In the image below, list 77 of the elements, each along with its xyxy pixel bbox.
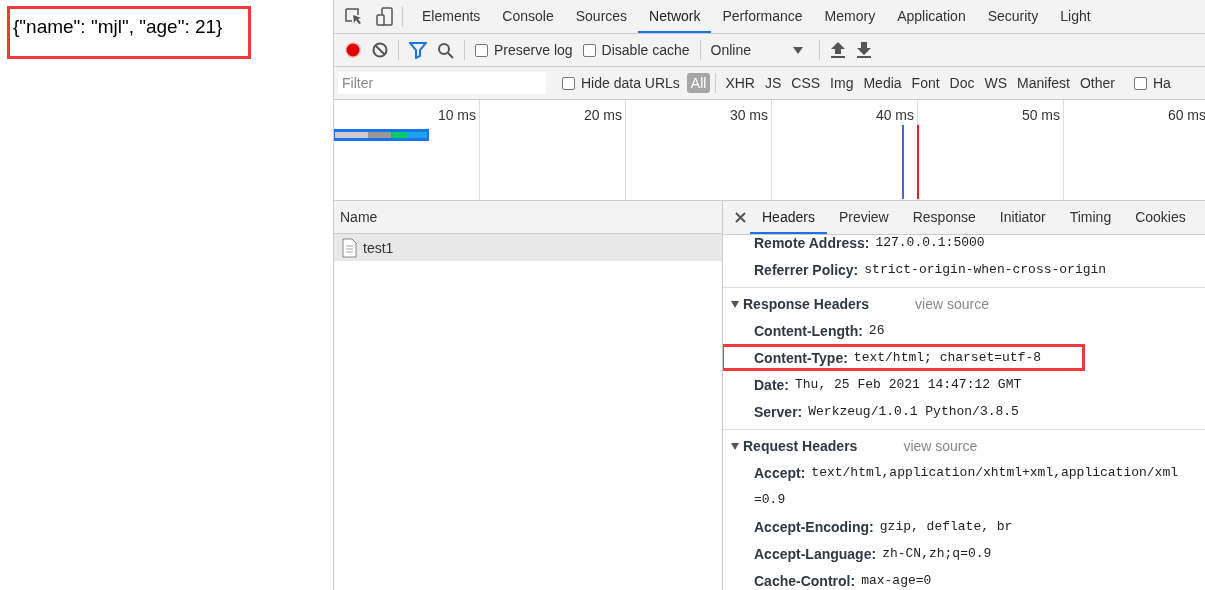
type-filter[interactable]: CSS (787, 73, 825, 93)
panel-tab[interactable]: Light (1049, 0, 1102, 33)
triangle-icon[interactable] (731, 299, 739, 308)
type-filter[interactable]: Doc (945, 73, 979, 93)
detail-tab[interactable]: Response (900, 201, 988, 234)
header-name: Content-Type: (754, 349, 848, 366)
panel-tab[interactable]: Performance (711, 0, 814, 33)
section-title[interactable]: Request Headers (743, 437, 858, 454)
hide-data-urls-checkbox[interactable]: Hide data URLs (562, 75, 680, 91)
view-source-link[interactable]: view source (903, 437, 978, 454)
header-value: Werkzeug/1.0.1 Python/3.8.5 (808, 404, 1019, 419)
caret-icon (792, 46, 803, 54)
search-icon[interactable] (437, 41, 454, 59)
type-filter[interactable]: Font (907, 73, 944, 93)
header-value: text/html; charset=utf-8 (853, 350, 1042, 365)
triangle-icon[interactable] (731, 441, 739, 450)
clear-icon[interactable] (372, 42, 388, 58)
header-name: Remote Address: (754, 234, 870, 251)
device-toggle-icon[interactable] (376, 6, 394, 27)
header-name: Server: (754, 403, 803, 420)
type-filter[interactable]: Img (826, 73, 858, 93)
header-value: =0.9 (754, 492, 786, 507)
header-name: Cache-Control: (754, 572, 856, 589)
header-value: text/html,application/xhtml+xml,application/xml (811, 465, 1179, 480)
header-name: Content-Length: (754, 322, 863, 339)
close-icon[interactable] (735, 212, 746, 223)
disable-cache-checkbox[interactable]: Disable cache (582, 42, 690, 58)
type-filter[interactable]: Media (859, 73, 906, 93)
header-value: Thu, 25 Feb 2021 14:47:12 GMT (795, 377, 1022, 392)
header-value: 26 (868, 323, 885, 338)
header-value: zh-CN,zh;q=0.9 (882, 546, 992, 561)
time-tick-label: 40 ms (875, 107, 914, 123)
panel-tab[interactable]: Elements (411, 0, 492, 33)
inspect-icon[interactable] (344, 6, 364, 27)
checkbox[interactable]: Ha (1134, 75, 1171, 91)
detail-tab[interactable]: Headers (750, 201, 827, 234)
document-icon (342, 237, 357, 258)
header-name: Date: (754, 376, 789, 393)
detail-tab[interactable]: Initiator (987, 201, 1058, 234)
header-value: gzip, deflate, br (879, 519, 1013, 534)
header-name: Accept: (754, 464, 806, 481)
filter-field[interactable]: Filter (338, 72, 546, 94)
page-text: {"name": "mjl", "age": 21} (7, 6, 252, 59)
time-tick-label: 50 ms (1021, 107, 1060, 123)
header-name: Accept-Language: (754, 545, 877, 562)
time-tick-label: 30 ms (729, 107, 768, 123)
record-icon[interactable] (344, 41, 362, 59)
throttling-dropdown[interactable]: Online (710, 42, 809, 58)
panel-tab[interactable]: Application (886, 0, 977, 33)
filter-icon[interactable] (409, 41, 427, 59)
detail-tab[interactable]: Timing (1057, 201, 1124, 234)
type-filter[interactable]: Manifest (1013, 73, 1074, 93)
header-name: Referrer Policy: (754, 261, 859, 278)
type-filter[interactable]: JS (760, 73, 786, 93)
type-filter[interactable]: Other (1076, 73, 1119, 93)
header-value: 127.0.0.1:5000 (875, 235, 985, 250)
header-value: strict-origin-when-cross-origin (864, 262, 1107, 277)
time-tick-label: 60 ms (1167, 107, 1205, 123)
view-source-link[interactable]: view source (915, 295, 989, 312)
request-row[interactable]: test1 (334, 234, 722, 261)
header-value: max-age=0 (861, 573, 932, 588)
detail-tab[interactable]: Cookies (1123, 201, 1198, 234)
panel-tab[interactable]: Security (976, 0, 1050, 33)
column-header: Name (334, 201, 722, 234)
upload-icon[interactable] (829, 41, 846, 59)
panel-tab[interactable]: Sources (564, 0, 639, 33)
header-name: Accept-Encoding: (754, 518, 874, 535)
time-tick-label: 10 ms (437, 107, 476, 123)
type-filter[interactable]: WS (980, 73, 1012, 93)
detail-tab[interactable]: Preview (826, 201, 901, 234)
panel-tab[interactable]: Memory (813, 0, 887, 33)
section-title[interactable]: Response Headers (743, 295, 870, 312)
preserve-log-checkbox[interactable]: Preserve log (475, 42, 573, 58)
panel-tab[interactable]: Console (491, 0, 565, 33)
time-tick-label: 20 ms (583, 107, 622, 123)
download-icon[interactable] (855, 41, 872, 59)
type-filter[interactable]: XHR (721, 73, 759, 93)
